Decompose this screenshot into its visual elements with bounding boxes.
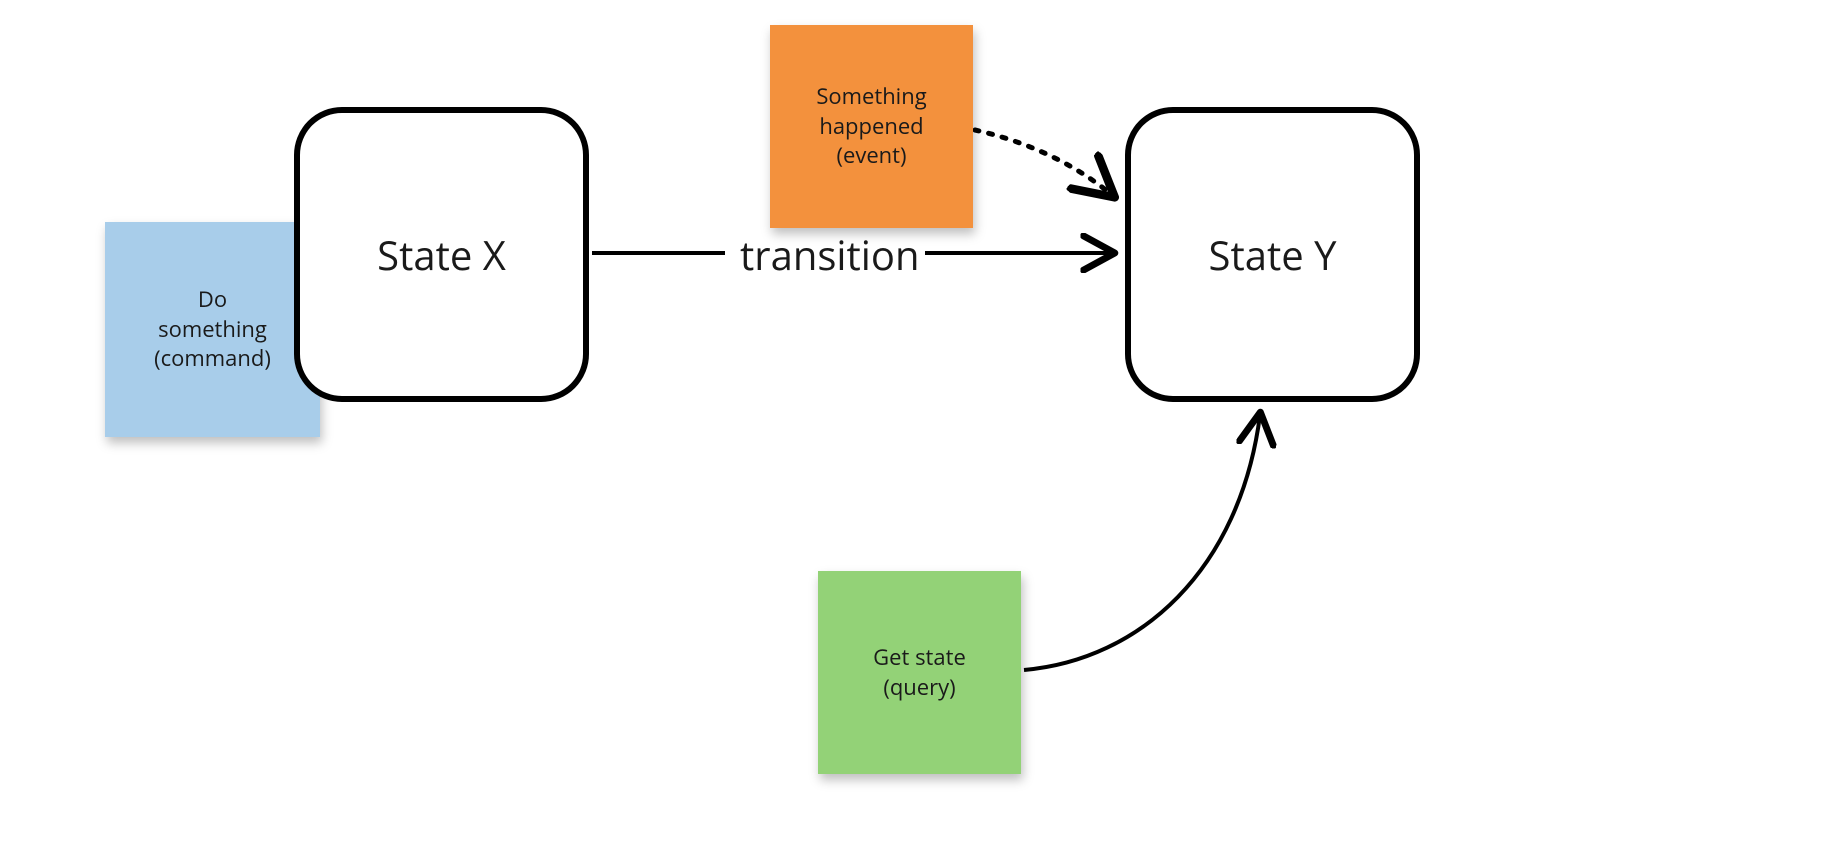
event-line-3: (event) [836, 140, 906, 170]
event-line-2: happened [819, 111, 923, 141]
event-line-1: Something [816, 81, 926, 111]
query-sticky: Get state (query) [818, 571, 1021, 774]
transition-label: transition [740, 227, 919, 282]
command-line-3: (command) [154, 343, 271, 373]
command-line-1: Do [198, 284, 227, 314]
state-y-label: State Y [1209, 227, 1337, 282]
command-sticky: Do something (command) [105, 222, 320, 437]
state-x-label: State X [377, 227, 506, 282]
event-arrow [975, 130, 1112, 195]
state-x-box: State X [294, 107, 589, 402]
query-line-1: Get state [873, 642, 966, 672]
query-line-2: (query) [883, 672, 955, 702]
event-sticky: Something happened (event) [770, 25, 973, 228]
command-line-2: something [158, 314, 267, 344]
query-arrow [1024, 415, 1260, 670]
state-y-box: State Y [1125, 107, 1420, 402]
